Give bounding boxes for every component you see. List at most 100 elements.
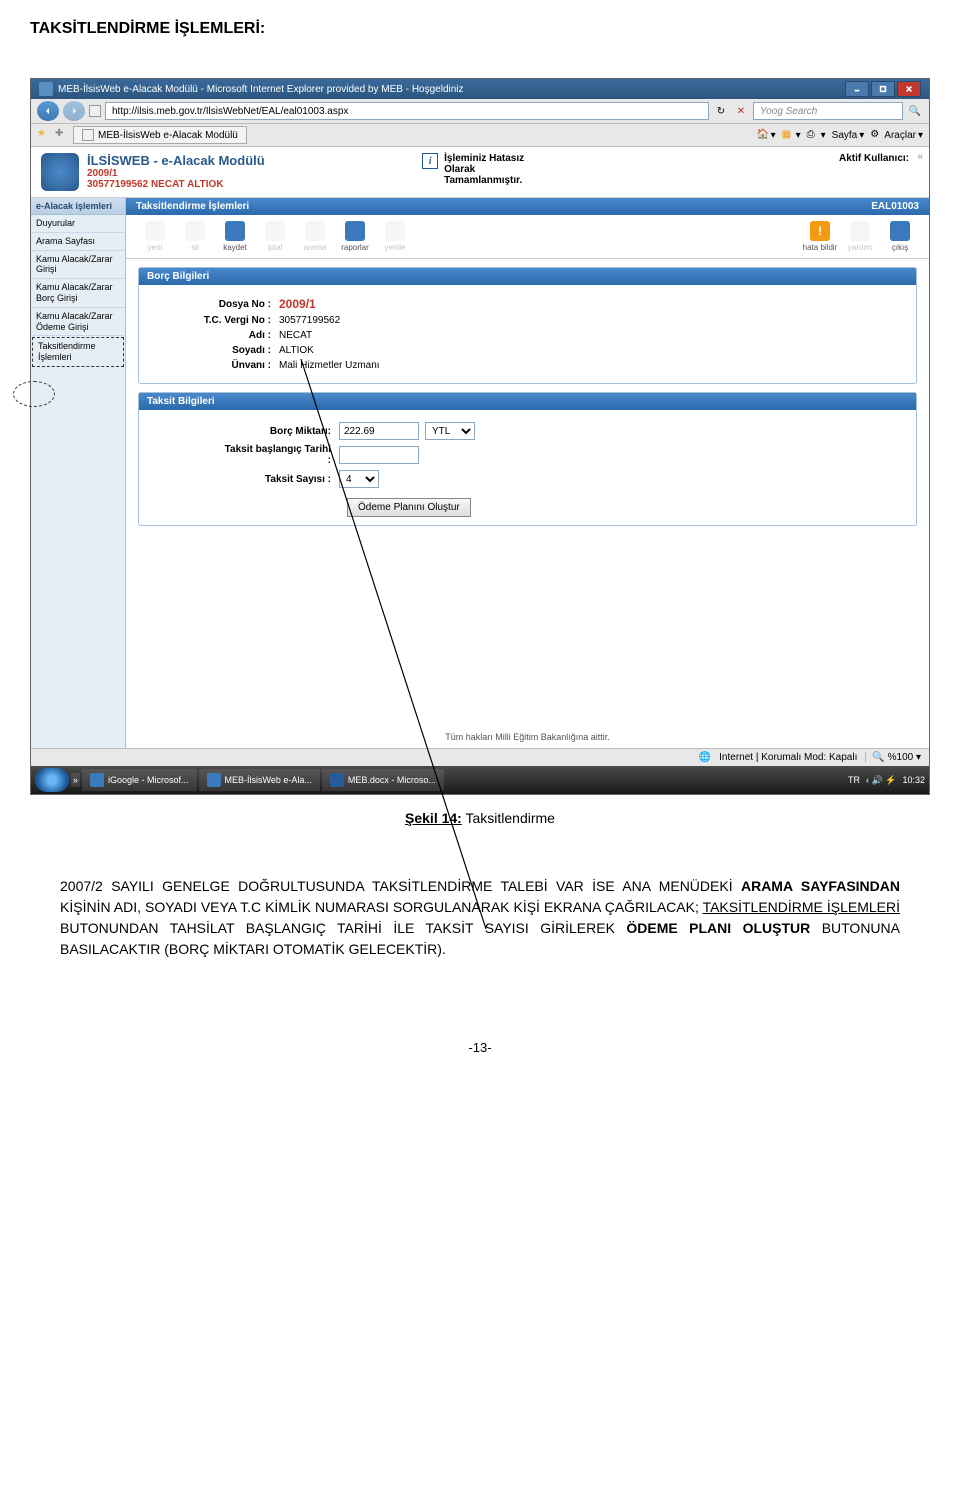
tray-icons[interactable]: ‹ 🔊 ⚡ (866, 775, 896, 786)
status-bar: 🌐 Internet | Korumalı Mod: Kapalı 🔍 %100… (31, 748, 929, 766)
task-meb[interactable]: MEB-İlsisWeb e-Ala... (199, 769, 320, 791)
internet-status: Internet | Korumalı Mod: Kapalı (719, 752, 857, 763)
page-number: -13- (0, 1040, 960, 1075)
search-box[interactable] (753, 102, 903, 120)
ws-toolbar: yeni sil kaydet iptal arama raporlar yen… (126, 215, 929, 259)
olustur-button[interactable]: Ödeme Planını Oluştur (347, 498, 471, 517)
home-button[interactable]: 🏠▾ (757, 129, 776, 141)
unvan-value: Mali Hizmetler Uzmanı (279, 360, 380, 371)
sidebar-header: e-Alacak işlemleri (31, 198, 125, 215)
miktar-label: Borç Miktarı: (219, 426, 339, 437)
close-button[interactable] (897, 81, 921, 97)
sidebar-item-giris[interactable]: Kamu Alacak/Zarar Girişi (31, 251, 125, 280)
tarih-label: Taksit başlangıç Tarihi : (219, 444, 339, 466)
search-icon[interactable]: 🔍 (907, 103, 923, 119)
yeni-button[interactable]: yeni (136, 221, 174, 252)
sidebar-item-borc[interactable]: Kamu Alacak/Zarar Borç Girişi (31, 279, 125, 308)
taskbar: » iGoogle - Microsof... MEB-İlsisWeb e-A… (31, 766, 929, 794)
lang-indicator[interactable]: TR (848, 775, 860, 785)
tab-icon (82, 129, 94, 141)
logo (41, 153, 79, 191)
miktar-input[interactable] (339, 422, 419, 440)
workspace: Taksitlendirme İşlemleri EAL01003 yeni s… (126, 198, 929, 748)
tc-label: T.C. Vergi No : (159, 315, 279, 326)
page-menu[interactable]: Sayfa ▾ (832, 130, 865, 141)
maximize-button[interactable] (871, 81, 895, 97)
app-ident: 30577199562 NECAT ALTIOK (87, 179, 224, 190)
yenile-button[interactable]: yenile (376, 221, 414, 252)
raporlar-button[interactable]: raporlar (336, 221, 374, 252)
app-icon (39, 82, 53, 96)
address-bar[interactable] (105, 102, 709, 120)
active-user-label: Aktif Kullanıcı: (839, 153, 919, 164)
cikis-button[interactable]: çıkış (881, 221, 919, 252)
clock: 10:32 (902, 775, 925, 785)
quick-launch[interactable]: » (71, 773, 80, 787)
nav-bar: ↻ ✕ 🔍 (31, 99, 929, 124)
print-button[interactable]: ⎙▾ (807, 129, 826, 141)
panel-taksit: Taksit Bilgileri Borç Miktarı: YTL Taksi… (138, 392, 917, 526)
sidebar: e-Alacak işlemleri Duyurular Arama Sayfa… (31, 198, 126, 748)
ie-icon (90, 773, 104, 787)
currency-select[interactable]: YTL (425, 422, 475, 440)
stop-icon[interactable]: ✕ (733, 103, 749, 119)
sayi-select[interactable]: 4 (339, 470, 379, 488)
zone-icon: 🌐 (699, 752, 711, 763)
tab-label: MEB-İlsisWeb e-Alacak Modülü (98, 130, 238, 141)
arama-button[interactable]: arama (296, 221, 334, 252)
zoom-level[interactable]: 🔍 %100 ▾ (865, 752, 921, 763)
figure-caption: Şekil 14: Taksitlendirme (30, 810, 930, 826)
iptal-button[interactable]: iptal (256, 221, 294, 252)
ie-icon (207, 773, 221, 787)
rss-button[interactable]: ▦▾ (782, 129, 801, 141)
start-button[interactable] (35, 768, 69, 792)
task-igoogle[interactable]: iGoogle - Microsof... (82, 769, 197, 791)
sil-button[interactable]: sil (176, 221, 214, 252)
soyadi-value: ALTIOK (279, 345, 314, 356)
page-heading: TAKSİTLENDİRME İŞLEMLERİ: (0, 0, 960, 48)
panel-taksit-title: Taksit Bilgileri (139, 393, 916, 410)
sidebar-item-odeme[interactable]: Kamu Alacak/Zarar Ödeme Girişi (31, 308, 125, 337)
status-message: i İşleminiz Hatasız Olarak Tamamlanmıştı… (422, 153, 524, 186)
minimize-button[interactable] (845, 81, 869, 97)
refresh-icon[interactable]: ↻ (713, 103, 729, 119)
ws-title: Taksitlendirme İşlemleri (136, 201, 249, 212)
back-button[interactable] (37, 101, 59, 121)
sidebar-item-arama[interactable]: Arama Sayfası (31, 233, 125, 251)
body-text: 2007/2 SAYILI GENELGE DOĞRULTUSUNDA TAKS… (60, 876, 900, 960)
forward-button[interactable] (63, 101, 85, 121)
system-tray: TR ‹ 🔊 ⚡ 10:32 (848, 775, 925, 786)
panel-borc: Borç Bilgileri Dosya No :2009/1 T.C. Ver… (138, 267, 917, 384)
browser-window: MEB-İlsisWeb e-Alacak Modülü - Microsoft… (30, 78, 930, 795)
unvan-label: Ünvanı : (159, 360, 279, 371)
adi-value: NECAT (279, 330, 312, 341)
word-icon (330, 773, 344, 787)
sidebar-item-duyurular[interactable]: Duyurular (31, 215, 125, 233)
info-icon: i (422, 153, 438, 169)
panel-borc-title: Borç Bilgileri (139, 268, 916, 285)
footer-note: Tüm hakları Milli Eğitim Bakanlığına ait… (126, 726, 929, 748)
page-icon (89, 105, 101, 117)
sidebar-item-taksit[interactable]: Taksitlendirme İşlemleri (32, 337, 124, 367)
collapse-icon[interactable]: « (917, 151, 923, 162)
app-header: İLSİSWEB - e-Alacak Modülü 2009/1 305771… (31, 147, 929, 198)
window-title: MEB-İlsisWeb e-Alacak Modülü - Microsoft… (58, 84, 845, 95)
hata-button[interactable]: hata bildir (801, 221, 839, 252)
ws-code: EAL01003 (871, 201, 919, 212)
dosya-label: Dosya No : (159, 299, 279, 310)
tarih-input[interactable] (339, 446, 419, 464)
browser-tab[interactable]: MEB-İlsisWeb e-Alacak Modülü (73, 126, 247, 144)
adi-label: Adı : (159, 330, 279, 341)
task-word[interactable]: MEB.docx - Microso... (322, 769, 444, 791)
soyadi-label: Soyadı : (159, 345, 279, 356)
titlebar: MEB-İlsisWeb e-Alacak Modülü - Microsoft… (31, 79, 929, 99)
add-favorite-icon[interactable]: ✚ (55, 128, 69, 142)
favorites-icon[interactable]: ★ (37, 128, 51, 142)
yardim-button[interactable]: yardım (841, 221, 879, 252)
app-dosya: 2009/1 (87, 168, 118, 179)
kaydet-button[interactable]: kaydet (216, 221, 254, 252)
sayi-label: Taksit Sayısı : (219, 474, 339, 485)
dosya-value: 2009/1 (279, 297, 316, 311)
content-area: « İLSİSWEB - e-Alacak Modülü 2009/1 3057… (31, 147, 929, 748)
tools-menu[interactable]: ⚙Araçlar ▾ (870, 129, 923, 141)
